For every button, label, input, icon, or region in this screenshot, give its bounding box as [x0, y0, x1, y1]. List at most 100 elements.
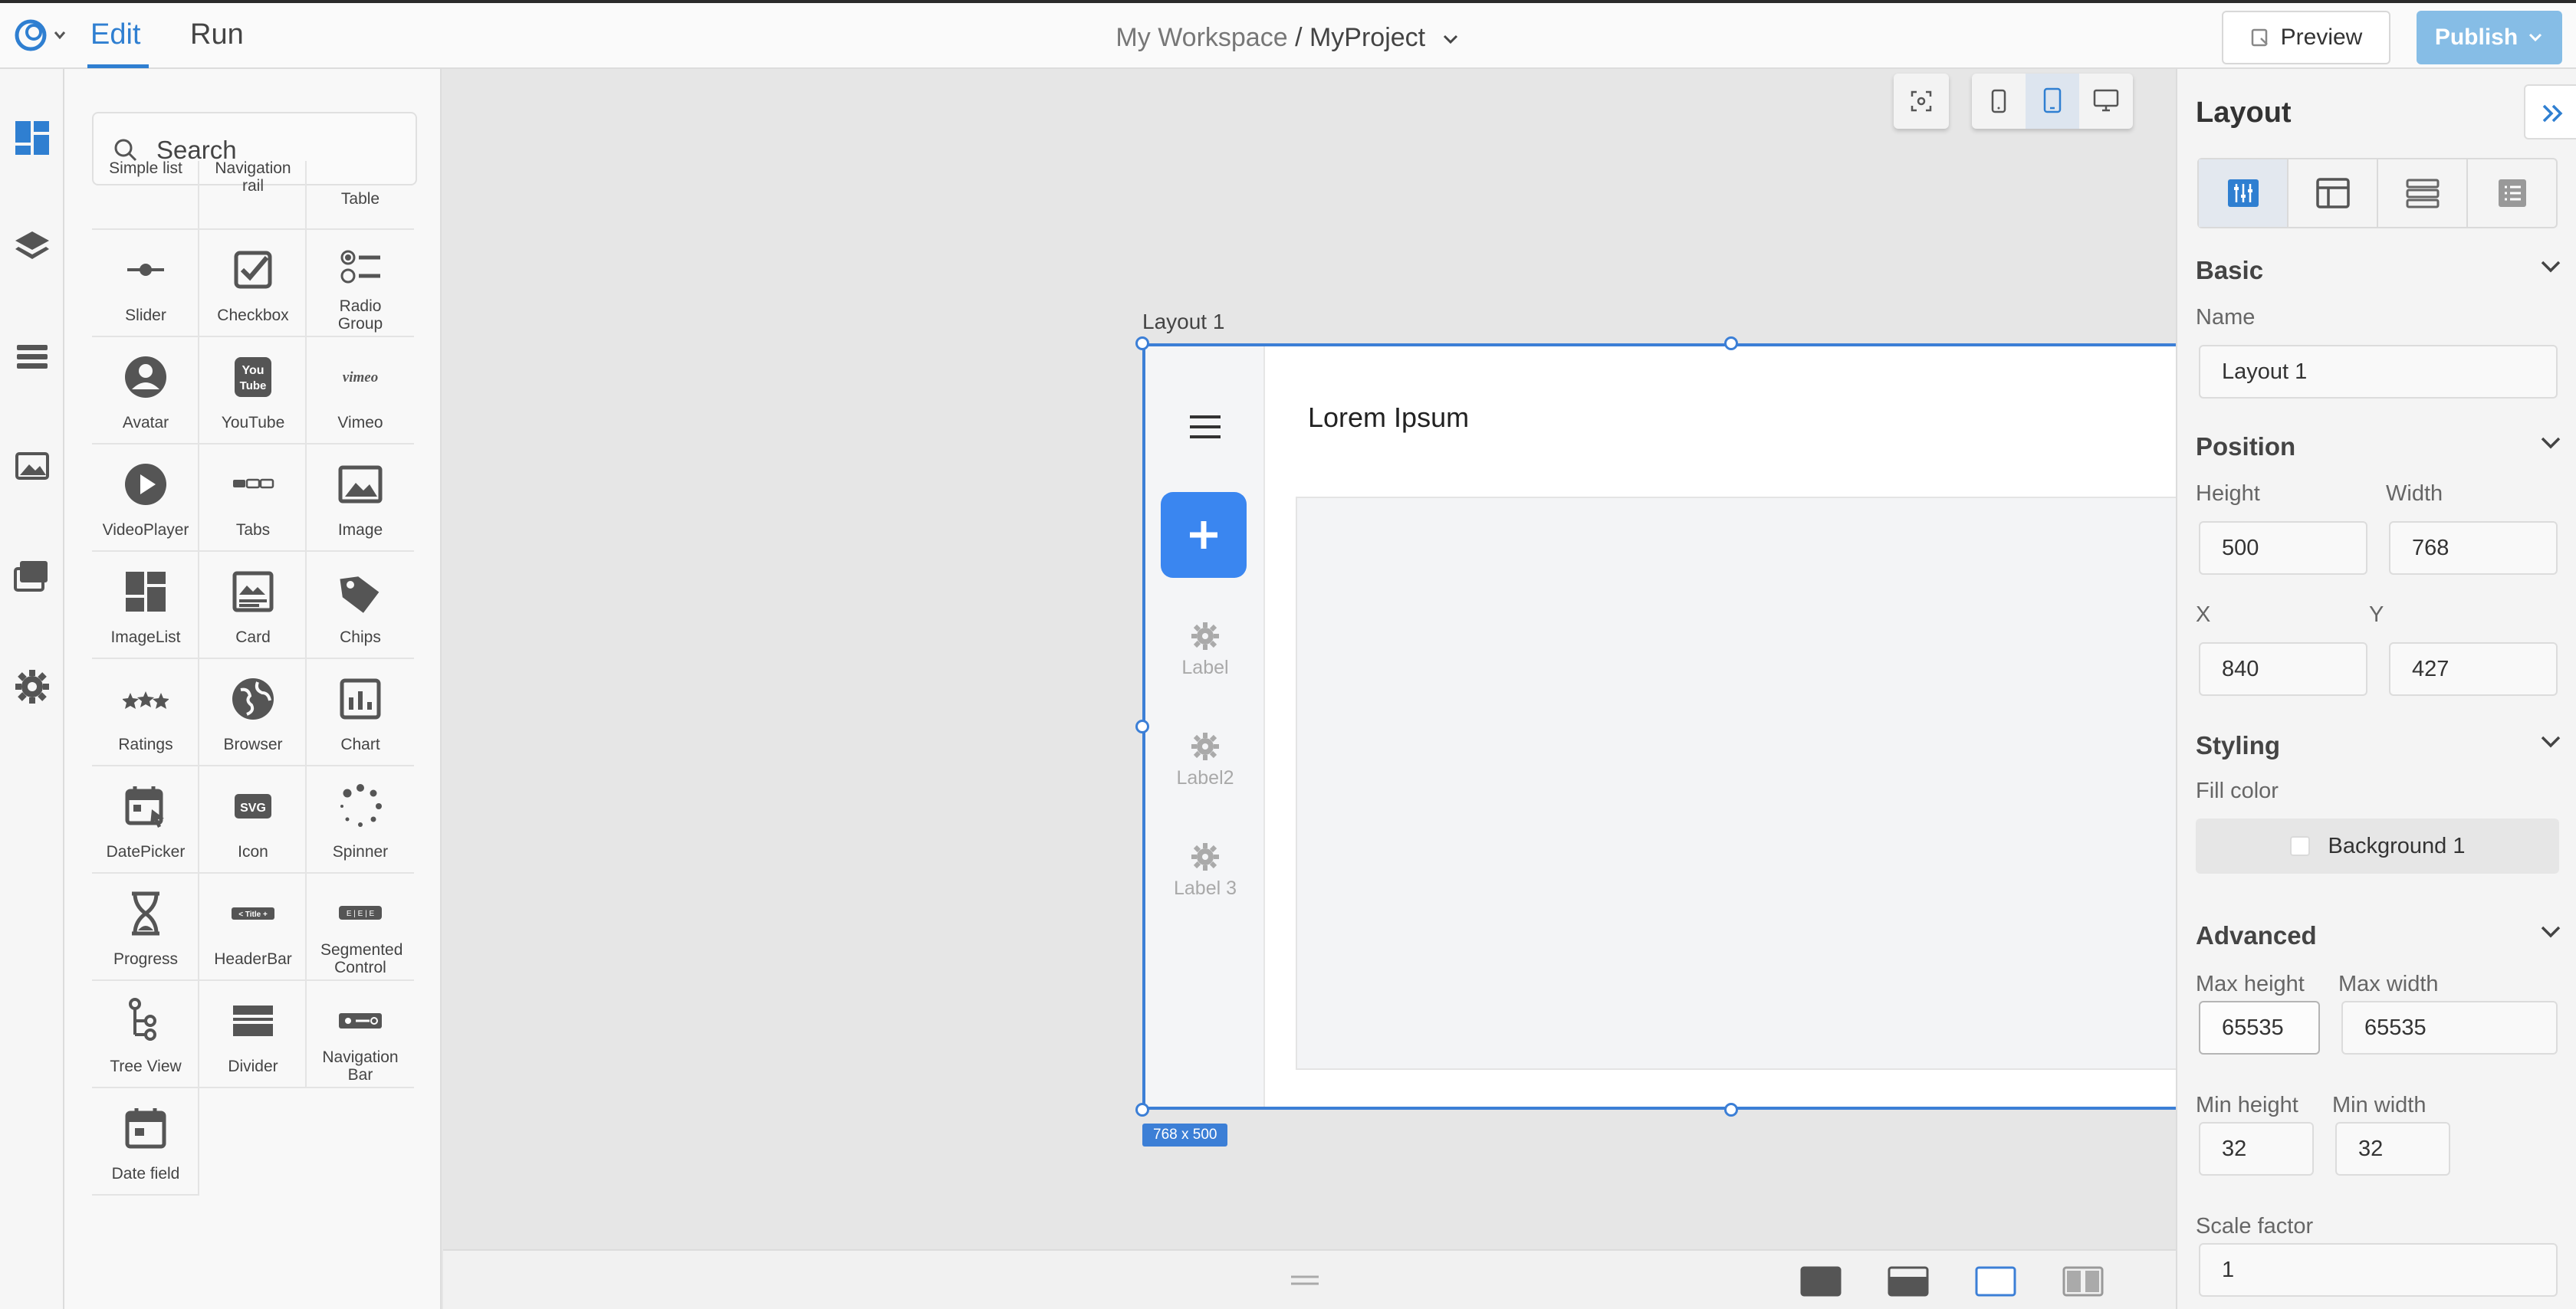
publish-button[interactable]: Publish — [2417, 11, 2562, 64]
widget-navigation-bar[interactable]: Navigation Bar — [307, 981, 414, 1088]
widget-ratings[interactable]: Ratings — [92, 659, 199, 766]
section-styling[interactable]: Styling — [2196, 731, 2280, 760]
widget-progress[interactable]: Progress — [92, 874, 199, 981]
content-container[interactable] — [1296, 497, 2282, 1070]
widget-navigation-rail[interactable]: Navigation rail — [199, 159, 307, 230]
layers-icon[interactable] — [14, 228, 51, 265]
breadcrumb-project[interactable]: MyProject — [1309, 23, 1425, 52]
widgets-icon[interactable] — [14, 120, 51, 156]
media-icon[interactable] — [14, 448, 51, 484]
resize-handle-sw[interactable] — [1135, 1103, 1149, 1117]
widget-chips[interactable]: Chips — [307, 552, 414, 659]
tablet-view-button[interactable] — [2026, 74, 2079, 129]
preview-button[interactable]: Preview — [2222, 11, 2390, 64]
widget-segmented-control[interactable]: E | E | E Segmented Control — [307, 874, 414, 981]
widget-table[interactable]: Table — [307, 161, 414, 230]
y-field[interactable] — [2389, 642, 2558, 696]
drag-handle-icon[interactable] — [1290, 1274, 1320, 1288]
image-icon — [338, 465, 383, 504]
height-field[interactable] — [2199, 521, 2367, 575]
resize-handle-n[interactable] — [1724, 336, 1738, 350]
fab-add-button[interactable] — [1161, 492, 1247, 578]
radio-group-icon — [340, 250, 380, 284]
layout-type-dashboard[interactable] — [2288, 159, 2378, 227]
widget-label: Navigation rail — [215, 159, 291, 195]
navigation-rail: Label Label2 Label 3 — [1145, 346, 1265, 1107]
project-chevron-down-icon[interactable] — [1441, 31, 1460, 47]
widget-tree-view[interactable]: Tree View — [92, 981, 199, 1088]
section-basic[interactable]: Basic — [2196, 256, 2263, 285]
layout-type-columns[interactable] — [2199, 159, 2288, 227]
widget-radio-group[interactable]: Radio Group — [307, 230, 414, 337]
widget-checkbox[interactable]: Checkbox — [199, 230, 307, 337]
layout-frame[interactable]: Label Label2 Label 3 Lorem Ipsum — [1142, 343, 2320, 1110]
rail-item-label3[interactable]: Label 3 — [1145, 842, 1265, 900]
widget-video-player[interactable]: VideoPlayer — [92, 445, 199, 552]
widget-slider[interactable]: Slider — [92, 230, 199, 337]
widget-vimeo[interactable]: vimeo Vimeo — [307, 337, 414, 445]
widget-header-bar[interactable]: < Title + HeaderBar — [199, 874, 307, 981]
widget-spinner[interactable]: Spinner — [307, 766, 414, 874]
section-advanced[interactable]: Advanced — [2196, 921, 2317, 950]
max-height-field[interactable] — [2199, 1001, 2320, 1055]
avatar-icon — [125, 356, 166, 398]
widget-chart[interactable]: Chart — [307, 659, 414, 766]
widget-browser[interactable]: Browser — [199, 659, 307, 766]
rail-item-label2[interactable]: Label2 — [1145, 731, 1265, 789]
collapse-panel-button[interactable] — [2524, 84, 2576, 139]
date-field-icon — [125, 1108, 166, 1149]
browser-icon — [232, 678, 274, 720]
layout-full-icon[interactable] — [1800, 1266, 1842, 1297]
widget-label: Divider — [228, 1058, 278, 1075]
advanced-chevron-down-icon[interactable] — [2539, 924, 2562, 940]
fit-screen-button[interactable] — [1894, 74, 1949, 129]
layout-split-icon[interactable] — [1888, 1266, 1929, 1297]
layout-outline-icon[interactable] — [1975, 1266, 2016, 1297]
widget-card[interactable]: Card — [199, 552, 307, 659]
widget-avatar[interactable]: Avatar — [92, 337, 199, 445]
width-field[interactable] — [2389, 521, 2558, 575]
breadcrumb-workspace[interactable]: My Workspace — [1116, 23, 1287, 52]
min-width-field[interactable] — [2335, 1122, 2450, 1176]
styling-chevron-down-icon[interactable] — [2539, 734, 2562, 750]
section-position[interactable]: Position — [2196, 432, 2295, 461]
basic-chevron-down-icon[interactable] — [2539, 259, 2562, 274]
double-chevron-right-icon — [2542, 104, 2563, 123]
min-height-field[interactable] — [2199, 1122, 2314, 1176]
x-field[interactable] — [2199, 642, 2367, 696]
card-icon — [232, 571, 274, 612]
widget-tabs[interactable]: Tabs — [199, 445, 307, 552]
theme-icon[interactable] — [14, 558, 51, 595]
layout-columns-icon[interactable] — [2062, 1266, 2104, 1297]
widget-simple-list[interactable]: Simple list — [92, 159, 199, 230]
fill-color-picker[interactable]: Background 1 — [2196, 819, 2559, 874]
position-chevron-down-icon[interactable] — [2539, 435, 2562, 451]
resize-handle-s[interactable] — [1724, 1103, 1738, 1117]
hamburger-menu-icon[interactable] — [1188, 414, 1222, 440]
desktop-icon — [2093, 89, 2119, 112]
scale-factor-field[interactable] — [2199, 1243, 2558, 1297]
design-canvas[interactable]: Layout 1 Label Label2 Label 3 Lorem Ipsu… — [443, 69, 2327, 1249]
settings-gear-icon[interactable] — [14, 668, 51, 705]
resize-handle-w[interactable] — [1135, 720, 1149, 733]
widget-image-list[interactable]: ImageList — [92, 552, 199, 659]
desktop-view-button[interactable] — [2079, 74, 2133, 129]
name-field[interactable] — [2199, 345, 2558, 399]
widget-label: Avatar — [122, 414, 169, 431]
min-height-label: Min height — [2196, 1093, 2298, 1117]
max-width-field[interactable] — [2341, 1001, 2558, 1055]
mobile-view-button[interactable] — [1972, 74, 2026, 129]
widget-date-field[interactable]: Date field — [92, 1088, 199, 1196]
publish-chevron-down-icon[interactable] — [2527, 31, 2544, 44]
properties-panel: Layout Basic Name Position Height Width … — [2176, 69, 2576, 1309]
widget-svg[interactable]: SVG Icon — [199, 766, 307, 874]
widget-date-picker[interactable]: DatePicker — [92, 766, 199, 874]
resize-handle-nw[interactable] — [1135, 336, 1149, 350]
layout-type-rows[interactable] — [2378, 159, 2468, 227]
widget-youtube[interactable]: You Tube YouTube — [199, 337, 307, 445]
layout-type-list[interactable] — [2468, 159, 2556, 227]
data-list-icon[interactable] — [14, 339, 51, 376]
rail-item-label[interactable]: Label — [1145, 621, 1265, 679]
widget-image[interactable]: Image — [307, 445, 414, 552]
widget-divider[interactable]: Divider — [199, 981, 307, 1088]
